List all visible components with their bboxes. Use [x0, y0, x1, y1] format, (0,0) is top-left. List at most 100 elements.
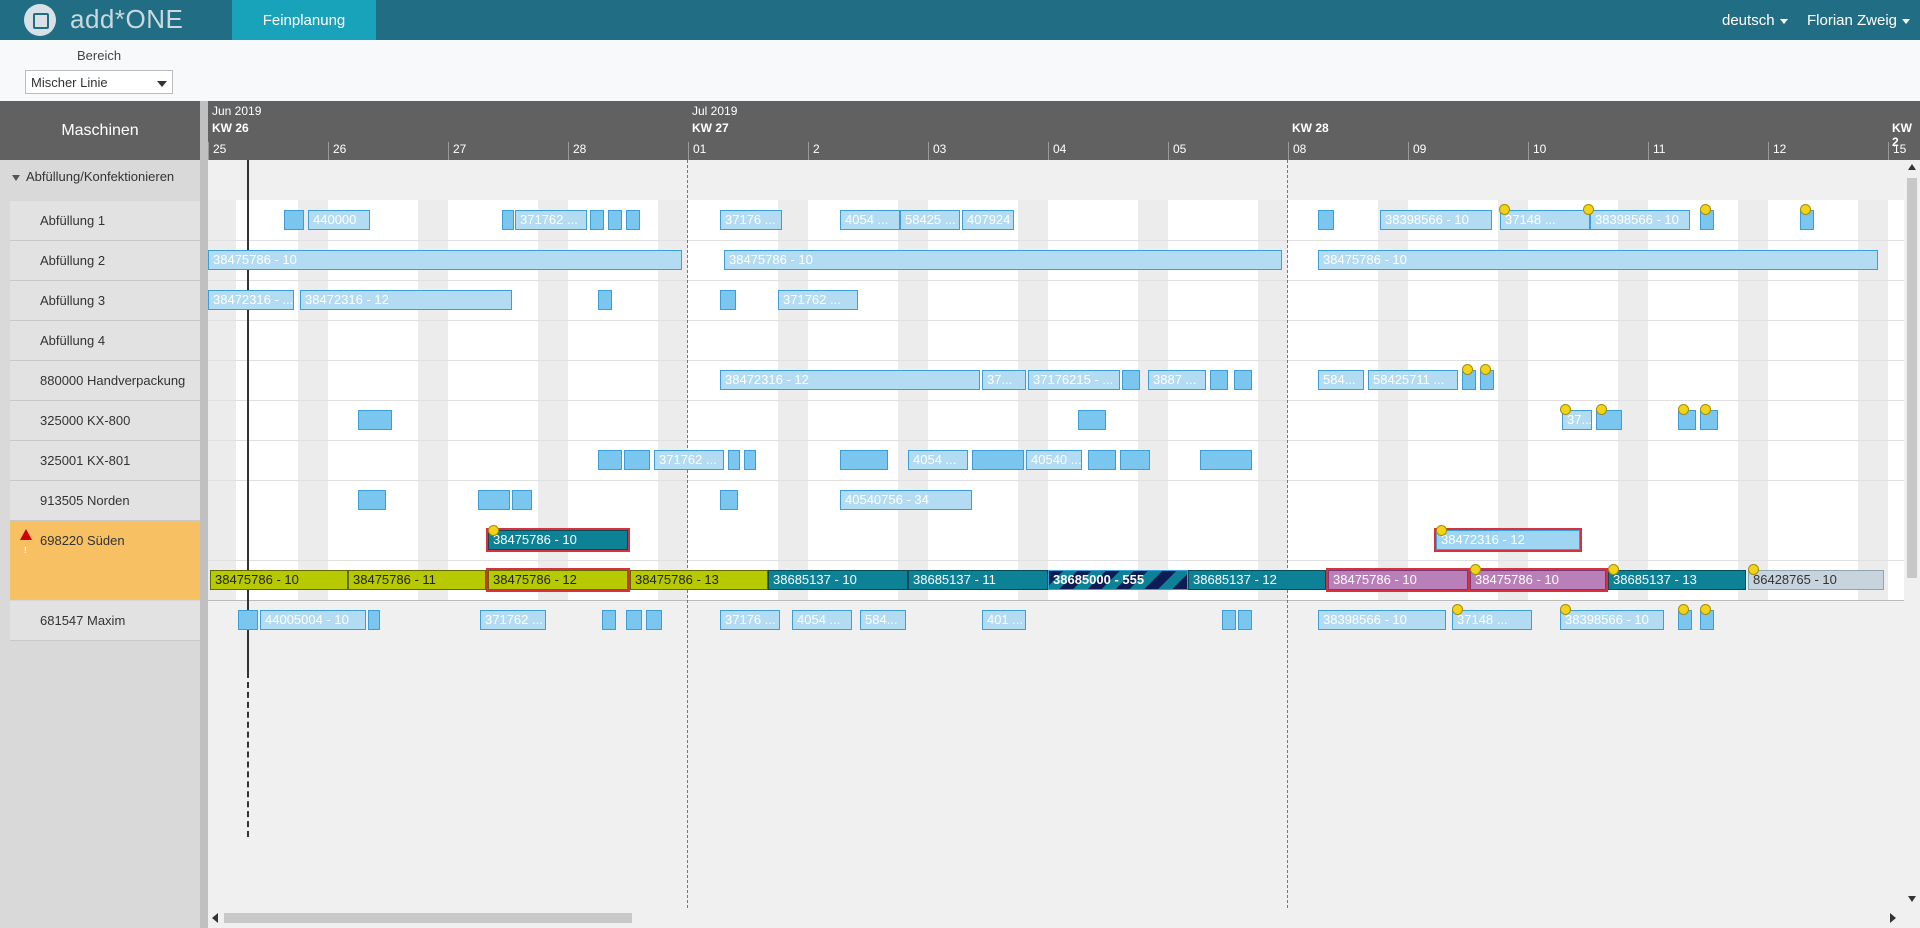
job-bar[interactable] [598, 290, 612, 310]
job-bar[interactable] [840, 450, 888, 470]
job-bar[interactable]: 38398566 - 10 [1560, 610, 1664, 630]
vertical-scroll-thumb[interactable] [1907, 178, 1917, 578]
scroll-right-icon[interactable] [1890, 913, 1896, 923]
job-bar[interactable] [238, 610, 258, 630]
job-bar[interactable]: 38398566 - 10 [1380, 210, 1492, 230]
flag-marker[interactable] [1462, 364, 1473, 375]
job-bar[interactable]: 4054 ... [792, 610, 852, 630]
job-bar[interactable]: 38398566 - 10 [1590, 210, 1690, 230]
job-bar[interactable] [626, 210, 640, 230]
flag-marker[interactable] [1480, 364, 1491, 375]
job-bar[interactable] [626, 610, 642, 630]
group-label[interactable]: Abfüllung/Konfektionieren [12, 169, 174, 184]
job-bar[interactable]: 37... [982, 370, 1026, 390]
job-bar[interactable]: 37148 ... [1452, 610, 1532, 630]
tab-feinplanung[interactable]: Feinplanung [232, 0, 376, 40]
job-bar-selected[interactable]: 38475786 - 10 [1326, 568, 1470, 592]
job-bar[interactable] [478, 490, 510, 510]
job-bar[interactable] [972, 450, 1024, 470]
flag-marker[interactable] [1560, 404, 1571, 415]
flag-marker[interactable] [1700, 404, 1711, 415]
flag-marker[interactable] [1560, 604, 1571, 615]
job-bar[interactable] [1318, 210, 1334, 230]
job-bar[interactable] [624, 450, 650, 470]
job-bar-selected[interactable]: 38475786 - 10 [486, 528, 630, 552]
machine-row[interactable]: Abfüllung 4 [10, 321, 200, 361]
flag-marker[interactable] [1700, 604, 1711, 615]
scroll-up-icon[interactable] [1908, 164, 1916, 170]
job-bar[interactable]: 37148 ... [1500, 210, 1590, 230]
scroll-down-icon[interactable] [1908, 896, 1916, 902]
job-bar[interactable]: 37176 ... [720, 610, 780, 630]
machine-row[interactable]: 325001 KX-801 [10, 441, 200, 481]
vertical-scrollbar[interactable] [1904, 160, 1920, 908]
job-bar[interactable]: 38472316 - 12 [720, 370, 980, 390]
job-bar[interactable]: 584... [1318, 370, 1364, 390]
user-menu[interactable]: Florian Zweig [1807, 12, 1911, 29]
job-bar[interactable]: 38475786 - 10 [208, 250, 682, 270]
job-bar[interactable] [1122, 370, 1140, 390]
job-bar[interactable] [728, 450, 740, 470]
job-bar[interactable]: 371762 ... [778, 290, 858, 310]
job-bar[interactable]: 58425 ... [900, 210, 960, 230]
flag-marker[interactable] [1452, 604, 1463, 615]
job-bar[interactable]: 4054 ... [840, 210, 900, 230]
job-bar[interactable]: 371762 ... [515, 210, 587, 230]
job-bar[interactable]: 40540 ... [1026, 450, 1082, 470]
job-bar[interactable] [284, 210, 304, 230]
job-bar[interactable]: 38685137 - 13 [1608, 570, 1746, 590]
job-bar[interactable] [1078, 410, 1106, 430]
machine-row[interactable]: Abfüllung 2 [10, 241, 200, 281]
job-bar[interactable] [368, 610, 380, 630]
machine-row[interactable]: 913505 Norden [10, 481, 200, 521]
job-bar[interactable]: 38475786 - 11 [348, 570, 486, 590]
gantt-chart[interactable]: 440000 371762 ... 37176 ... 4054 ... 584… [208, 160, 1912, 908]
job-bar[interactable]: 37176215 - ... [1028, 370, 1120, 390]
machine-row[interactable]: 880000 Handverpackung [10, 361, 200, 401]
job-bar[interactable] [1088, 450, 1116, 470]
job-bar[interactable] [502, 210, 514, 230]
job-bar[interactable]: 38472316 - 12 [300, 290, 512, 310]
job-bar[interactable] [1210, 370, 1228, 390]
job-bar[interactable]: 38472316 - ... [208, 290, 294, 310]
flag-marker[interactable] [1436, 525, 1447, 536]
job-bar[interactable]: 40540756 - 34 [840, 490, 972, 510]
job-bar-selected[interactable]: 38472316 - 12 [1434, 528, 1582, 552]
scroll-left-icon[interactable] [212, 913, 218, 923]
splitter[interactable] [200, 101, 208, 928]
job-bar[interactable] [358, 490, 386, 510]
job-bar[interactable] [598, 450, 622, 470]
job-bar[interactable] [358, 410, 392, 430]
job-bar[interactable] [1120, 450, 1150, 470]
flag-marker[interactable] [1596, 404, 1607, 415]
job-bar[interactable]: 86428765 - 10 [1748, 570, 1884, 590]
job-bar[interactable] [1234, 370, 1252, 390]
area-select[interactable]: Mischer Linie [25, 70, 173, 94]
job-bar[interactable]: 44005004 - 10 [260, 610, 366, 630]
job-bar[interactable]: 58425711 ... [1368, 370, 1458, 390]
job-bar[interactable]: 37176 ... [720, 210, 782, 230]
job-bar[interactable]: 38475786 - 10 [724, 250, 1282, 270]
job-bar[interactable]: 38475786 - 10 [210, 570, 348, 590]
job-bar[interactable] [720, 290, 736, 310]
flag-marker[interactable] [1800, 204, 1811, 215]
flag-marker[interactable] [1748, 564, 1759, 575]
machine-row[interactable]: Abfüllung 3 [10, 281, 200, 321]
machine-row-warning[interactable]: 698220 Süden [10, 521, 200, 600]
flag-marker[interactable] [488, 525, 499, 536]
job-bar[interactable] [512, 490, 532, 510]
job-bar[interactable] [744, 450, 756, 470]
flag-marker[interactable] [1499, 204, 1510, 215]
job-bar[interactable]: 371762 ... [480, 610, 546, 630]
job-bar[interactable]: 440000 [308, 210, 370, 230]
language-menu[interactable]: deutsch [1722, 12, 1788, 29]
job-bar[interactable]: 401 ... [982, 610, 1026, 630]
job-bar[interactable]: 584... [860, 610, 906, 630]
job-bar[interactable] [590, 210, 604, 230]
job-bar[interactable]: 38475786 - 10 [1318, 250, 1878, 270]
job-bar[interactable]: 3887 ... [1148, 370, 1206, 390]
job-bar[interactable] [602, 610, 616, 630]
job-bar[interactable]: 38475786 - 13 [630, 570, 768, 590]
horizontal-scroll-thumb[interactable] [224, 913, 632, 923]
job-bar[interactable]: 407924 [962, 210, 1014, 230]
